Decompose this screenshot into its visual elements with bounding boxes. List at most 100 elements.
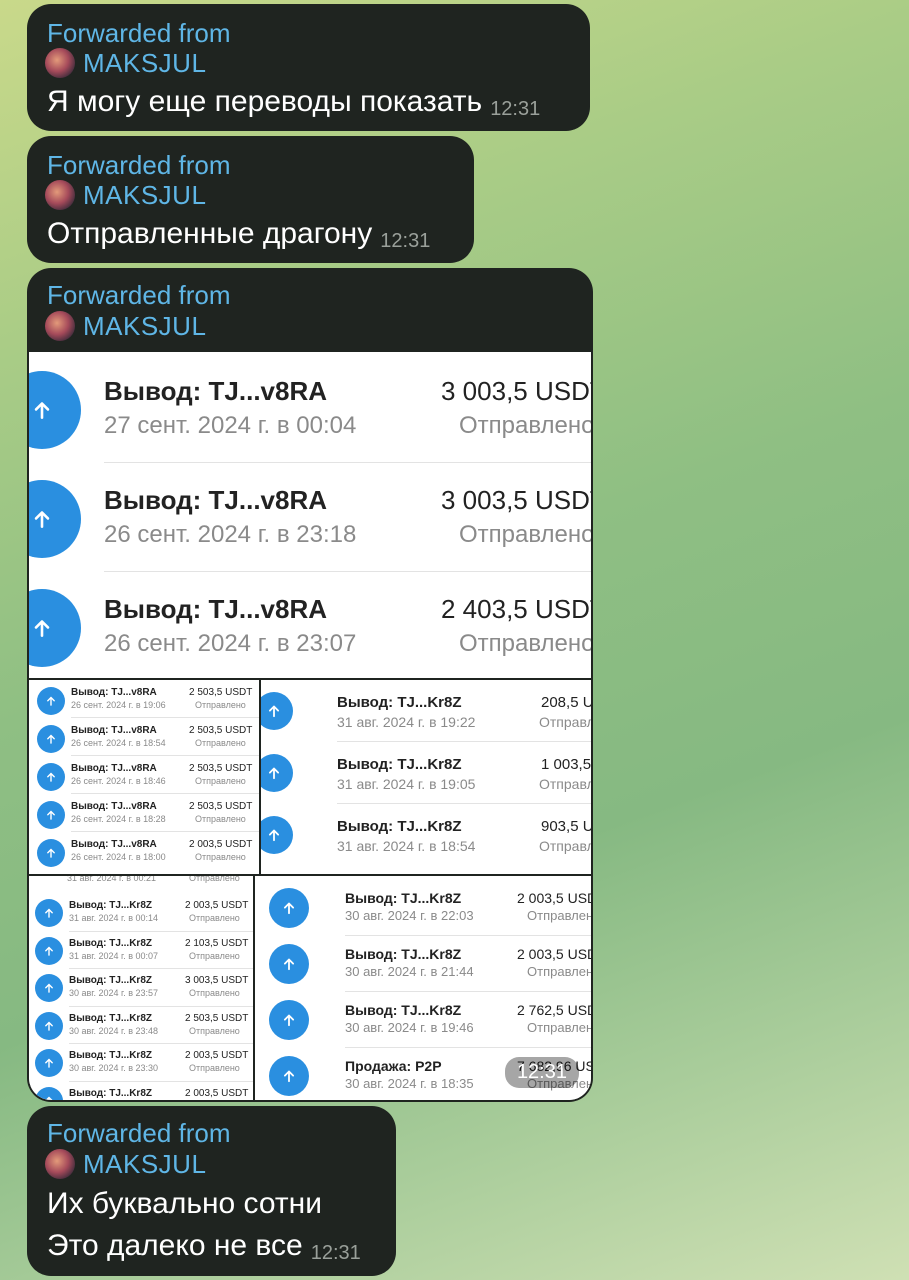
transaction-date: 26 сент. 2024 г. в 18:46 bbox=[71, 776, 166, 786]
transaction-status: Отправлено bbox=[195, 814, 246, 824]
transaction-row: Вывод: TJ...v8RA 26 сент. 2024 г. в 19:06… bbox=[29, 680, 259, 718]
transaction-date: 30 авг. 2024 г. в 23:30 bbox=[69, 1063, 158, 1073]
transaction-row: Вывод: TJ...v8RA 26 сент. 2024 г. в 23:18… bbox=[29, 463, 591, 572]
sender-name[interactable]: MAKSJUL bbox=[83, 180, 206, 210]
transaction-row: Вывод: TJ...Kr8Z 30 авг. 2024 г. в 23:57 3… bbox=[29, 969, 253, 1007]
transaction-date: 31 авг. 2024 г. в 00:21 bbox=[67, 876, 156, 883]
transaction-status: Отправлено bbox=[189, 950, 240, 961]
sender-name[interactable]: MAKSJUL bbox=[83, 48, 206, 78]
arrow-up-icon bbox=[35, 1086, 63, 1100]
arrow-up-icon bbox=[37, 687, 65, 715]
transaction-row: Вывод: TJ...v8RA 27 сент. 2024 г. в 00:04… bbox=[29, 354, 591, 463]
transaction-date: 31 авг. 2024 г. в 19:22 bbox=[337, 714, 476, 730]
arrow-up-icon bbox=[269, 944, 309, 984]
forwarded-sender[interactable]: MAKSJUL bbox=[45, 1149, 206, 1179]
transaction-row: Вывод: TJ...Kr8Z 30 авг. 2024 г. в 21:44 2… bbox=[255, 936, 591, 992]
forwarded-sender[interactable]: MAKSJUL bbox=[45, 311, 206, 341]
message-line: Это далеко не все bbox=[47, 1229, 303, 1262]
arrow-up-icon bbox=[261, 816, 293, 854]
transaction-status: Отправлено bbox=[539, 714, 591, 730]
transaction-row: Вывод: TJ...v8RA 26 сент. 2024 г. в 18:54… bbox=[29, 718, 259, 756]
arrow-up-icon bbox=[261, 754, 293, 792]
arrow-up-icon bbox=[35, 974, 63, 1002]
transaction-date: 26 сент. 2024 г. в 23:07 bbox=[104, 630, 357, 657]
transaction-date: 30 авг. 2024 г. в 19:46 bbox=[345, 1020, 474, 1035]
transaction-amount: 208,5 USDT bbox=[541, 694, 591, 711]
transaction-row: Вывод: TJ...Kr8Z 31 авг. 2024 г. в 19:05 1… bbox=[261, 742, 591, 804]
transaction-title: Вывод: TJ...Kr8Z bbox=[69, 900, 152, 911]
message-line: Их буквально сотни bbox=[47, 1187, 322, 1220]
transaction-row: Вывод: TJ...Kr8Z 30 авг. 2024 г. в 23:48 2… bbox=[29, 1007, 253, 1044]
transaction-title: Вывод: TJ...v8RA bbox=[71, 725, 157, 736]
transaction-row: Вывод: TJ...Kr8Z 31 авг. 2024 г. в 00:07 2… bbox=[29, 932, 253, 969]
transaction-date: 31 авг. 2024 г. в 00:07 bbox=[69, 950, 158, 961]
transaction-row: Вывод: TJ...Kr8Z 30 авг. 2024 г. в 19:46 2… bbox=[255, 992, 591, 1048]
transaction-date: 30 авг. 2024 г. в 22:03 bbox=[345, 908, 474, 923]
message-bubble-2[interactable]: Forwarded from MAKSJUL Отправленные драг… bbox=[27, 136, 474, 263]
forwarded-sender[interactable]: MAKSJUL bbox=[45, 48, 206, 78]
transaction-title: Вывод: TJ...Kr8Z bbox=[345, 890, 462, 906]
transaction-row-partial: 31 авг. 2024 г. в 00:21 Отправлено bbox=[29, 876, 253, 883]
sender-avatar[interactable] bbox=[45, 1149, 75, 1179]
transaction-row: Вывод: TJ...v8RA 26 сент. 2024 г. в 23:07… bbox=[29, 572, 591, 678]
forwarded-from-label: Forwarded from bbox=[47, 150, 231, 180]
transaction-title: Вывод: TJ...Kr8Z bbox=[69, 937, 152, 949]
transaction-title: Вывод: TJ...Kr8Z bbox=[337, 694, 462, 711]
sender-name[interactable]: MAKSJUL bbox=[83, 1149, 206, 1179]
transaction-status: Отправлено bbox=[195, 738, 246, 748]
arrow-up-icon bbox=[37, 839, 65, 867]
transaction-amount: 2 503,5 USDT bbox=[189, 725, 253, 736]
transaction-amount: 903,5 USDT bbox=[541, 818, 591, 835]
transaction-status: Отправлено bbox=[459, 521, 591, 548]
arrow-up-icon bbox=[29, 589, 81, 667]
message-bubble-1[interactable]: Forwarded from MAKSJUL Я могу еще перево… bbox=[27, 4, 590, 131]
transaction-title: Вывод: TJ...v8RA bbox=[104, 485, 328, 515]
transaction-title: Вывод: TJ...Kr8Z bbox=[69, 1087, 152, 1099]
transaction-row: Вывод: TJ...v8RA 26 сент. 2024 г. в 18:28… bbox=[29, 794, 259, 832]
sender-name[interactable]: MAKSJUL bbox=[83, 311, 206, 341]
transaction-amount: 2 003,5 USDT bbox=[185, 900, 249, 911]
transaction-amount: 2 003,5 USDT bbox=[517, 946, 591, 962]
message-time: 12:31 bbox=[380, 230, 431, 252]
transaction-status: Отправлено bbox=[189, 988, 240, 998]
arrow-up-icon bbox=[29, 480, 81, 558]
arrow-up-icon bbox=[35, 899, 63, 927]
transaction-status: Отправлено bbox=[195, 852, 246, 862]
photo-collage[interactable]: Вывод: TJ...v8RA 27 сент. 2024 г. в 00:04… bbox=[29, 352, 591, 1100]
transaction-date: 26 сент. 2024 г. в 18:28 bbox=[71, 814, 166, 824]
transaction-amount: 3 003,5 USDT bbox=[441, 376, 591, 406]
message-text: Я могу еще переводы показать 12:31 bbox=[47, 82, 540, 129]
transaction-title: Вывод: TJ...Kr8Z bbox=[69, 1050, 152, 1061]
transaction-row: Вывод: TJ...v8RA 26 сент. 2024 г. в 18:46… bbox=[29, 756, 259, 794]
transaction-status: Отправлено bbox=[539, 838, 591, 854]
sender-avatar[interactable] bbox=[45, 48, 75, 78]
message-time: 12:31 bbox=[310, 1242, 361, 1264]
arrow-up-icon bbox=[269, 1000, 309, 1040]
transaction-title: Вывод: TJ...v8RA bbox=[71, 839, 157, 850]
forwarded-sender[interactable]: MAKSJUL bbox=[45, 180, 206, 210]
transaction-status: Отправлено bbox=[189, 913, 240, 923]
screenshot-large: Вывод: TJ...v8RA 27 сент. 2024 г. в 00:04… bbox=[29, 352, 591, 678]
transaction-row: Вывод: TJ...Kr8Z 30 авг. 2024 г. в 22:03 2… bbox=[255, 880, 591, 936]
screenshot-medium-b: Вывод: TJ...Kr8Z 31 авг. 2024 г. в 19:22 2… bbox=[261, 680, 591, 874]
transaction-title: Вывод: TJ...Kr8Z bbox=[337, 818, 462, 835]
transaction-date: 26 сент. 2024 г. в 18:54 bbox=[71, 738, 166, 748]
transaction-amount: 2 003,5 USDT bbox=[517, 890, 591, 906]
transaction-row: Вывод: TJ...Kr8Z 2 003,5 USDT bbox=[29, 1082, 253, 1100]
transaction-status: Отправлено bbox=[195, 700, 246, 710]
message-time: 12:31 bbox=[490, 98, 541, 120]
message-bubble-photo[interactable]: Forwarded from MAKSJUL Вывод: TJ...v8RA 2… bbox=[27, 268, 593, 1102]
message-line: Отправленные драгону bbox=[47, 217, 373, 250]
transaction-title: Вывод: TJ...v8RA bbox=[71, 687, 157, 698]
transaction-title: Вывод: TJ...v8RA bbox=[104, 376, 328, 406]
sender-avatar[interactable] bbox=[45, 180, 75, 210]
sender-avatar[interactable] bbox=[45, 311, 75, 341]
message-text: Это далеко не все 12:31 bbox=[47, 1226, 361, 1273]
transaction-amount: 2 003,5 USDT bbox=[185, 1087, 249, 1099]
transaction-row: Вывод: TJ...Kr8Z 31 авг. 2024 г. в 18:54 9… bbox=[261, 804, 591, 866]
arrow-up-icon bbox=[37, 801, 65, 829]
message-bubble-4[interactable]: Forwarded from MAKSJUL Их буквально сотн… bbox=[27, 1106, 396, 1276]
transaction-status: Отправлено bbox=[527, 908, 591, 923]
transaction-amount: 2 503,5 USDT bbox=[189, 687, 253, 698]
transaction-title: Вывод: TJ...v8RA bbox=[71, 801, 157, 812]
